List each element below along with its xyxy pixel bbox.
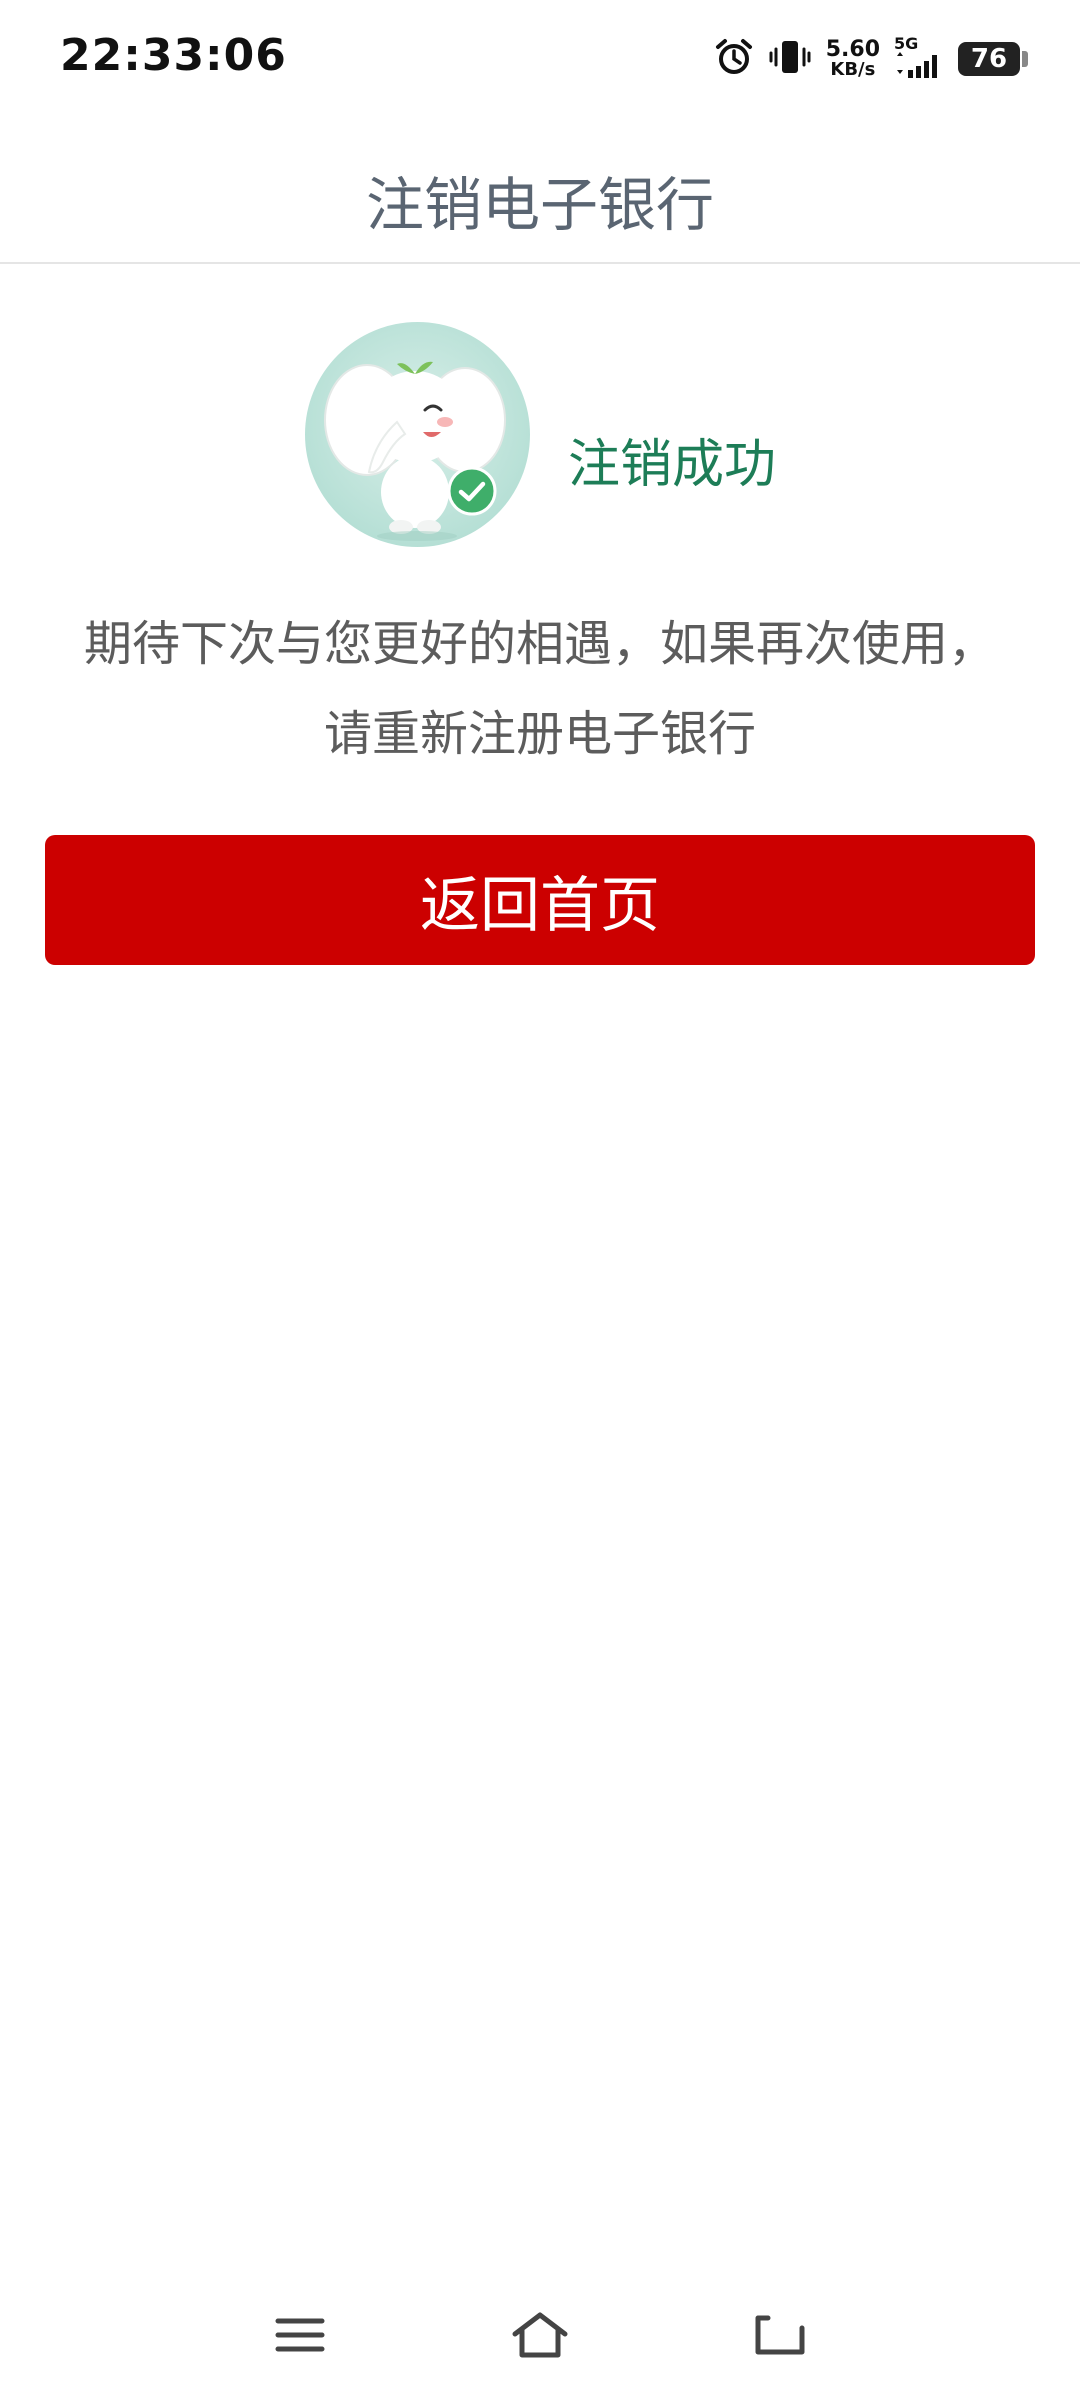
result-message-line1: 期待下次与您更好的相遇，如果再次使用， [83, 616, 996, 672]
alarm-icon [714, 37, 754, 81]
success-status: 注销成功 [568, 435, 777, 495]
vibrate-icon [768, 37, 812, 81]
signal-icon [894, 52, 944, 82]
signal-block: 5G [894, 36, 944, 82]
menu-icon[interactable] [260, 2300, 340, 2370]
status-time: 22:33:06 [60, 30, 287, 81]
network-type: 5G [894, 34, 919, 53]
result-message-line2: 请重新注册电子银行 [323, 706, 756, 762]
battery-indicator: 76 [958, 42, 1028, 76]
elephant-mascot-icon [305, 322, 530, 547]
status-icons: 5.60 KB/s 5G 76 [714, 34, 1028, 84]
return-home-button[interactable]: 返回首页 [45, 835, 1035, 965]
net-speed-unit: KB/s [830, 59, 876, 80]
system-navigation-bar [0, 2290, 1080, 2380]
page-title: 注销电子银行 [365, 171, 714, 239]
back-icon[interactable] [740, 2300, 820, 2370]
net-speed-value: 5.60 [825, 37, 880, 62]
status-bar: 22:33:06 5.60 KB/s 5G 76 [0, 0, 1080, 110]
check-icon [447, 466, 497, 516]
home-icon[interactable] [500, 2300, 580, 2370]
net-speed: 5.60 KB/s [826, 39, 880, 79]
page-header: 注销电子银行 [0, 110, 1080, 264]
